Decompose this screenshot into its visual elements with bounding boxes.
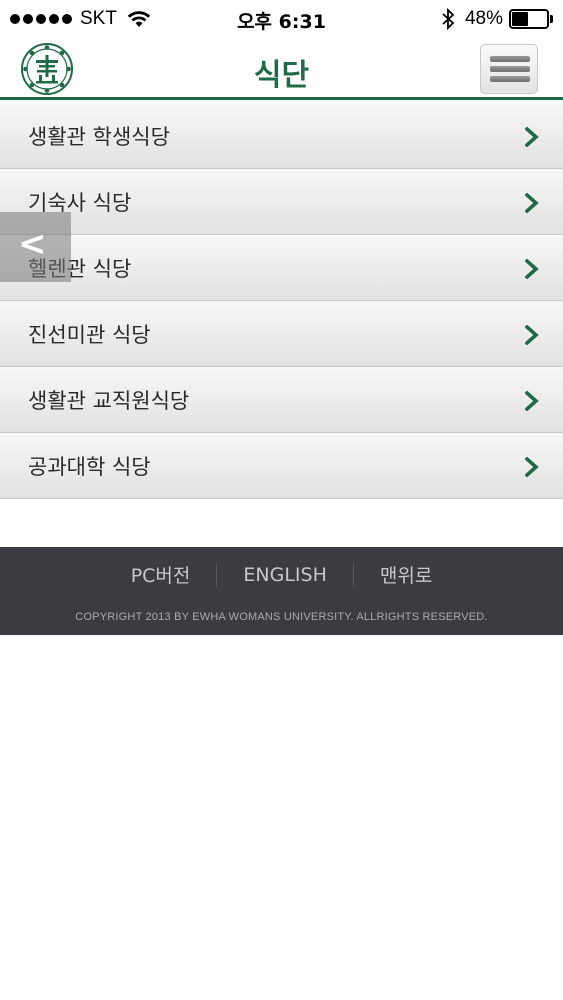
chevron-right-icon — [525, 259, 539, 279]
status-right: 48% — [441, 7, 553, 31]
hamburger-bar — [490, 76, 530, 82]
footer-links: PC버전 ENGLISH 맨위로 — [0, 561, 563, 588]
list-item[interactable]: 진선미관 식당 — [0, 301, 563, 367]
battery-icon — [509, 9, 553, 29]
list-item[interactable]: 생활관 학생식당 — [0, 103, 563, 169]
chevron-right-icon — [525, 193, 539, 213]
page-title: 식단 — [253, 58, 310, 93]
hamburger-menu-icon — [490, 56, 530, 62]
pc-version-link[interactable]: PC버전 — [105, 561, 217, 588]
list-item[interactable]: 공과대학 식당 — [0, 433, 563, 499]
chevron-right-icon — [525, 127, 539, 147]
back-button[interactable]: < — [0, 212, 71, 282]
bluetooth-icon — [442, 8, 455, 30]
copyright-text: COPYRIGHT 2013 BY EWHA WOMANS UNIVERSITY… — [75, 611, 488, 623]
battery-percent: 48% — [464, 8, 503, 29]
list-item-label: 공과대학 식당 — [28, 455, 151, 479]
list-item-label: 진선미관 식당 — [28, 323, 151, 347]
list-item[interactable]: 기숙사 식당 — [0, 169, 563, 235]
cafeteria-list: 생활관 학생식당 기숙사 식당 헬렌관 식당 진선미관 식당 생활관 교직원식당… — [0, 103, 563, 499]
status-bar: SKT 오후 6:31 48% — [0, 0, 563, 38]
hamburger-bar — [490, 66, 530, 72]
list-item[interactable]: 생활관 교직원식당 — [0, 367, 563, 433]
list-item-label: 생활관 학생식당 — [28, 125, 170, 149]
footer: PC버전 ENGLISH 맨위로 COPYRIGHT 2013 BY EWHA … — [0, 547, 563, 635]
chevron-right-icon — [525, 325, 539, 345]
back-chevron-icon: < — [18, 224, 47, 264]
app-header: 식단 — [0, 38, 563, 100]
chevron-right-icon — [525, 391, 539, 411]
chevron-right-icon — [525, 457, 539, 477]
english-link[interactable]: ENGLISH — [217, 564, 352, 586]
back-to-top-link[interactable]: 맨위로 — [354, 561, 458, 588]
hamburger-menu-button[interactable] — [480, 44, 538, 94]
list-item[interactable]: 헬렌관 식당 — [0, 235, 563, 301]
list-item-label: 생활관 교직원식당 — [28, 389, 190, 413]
